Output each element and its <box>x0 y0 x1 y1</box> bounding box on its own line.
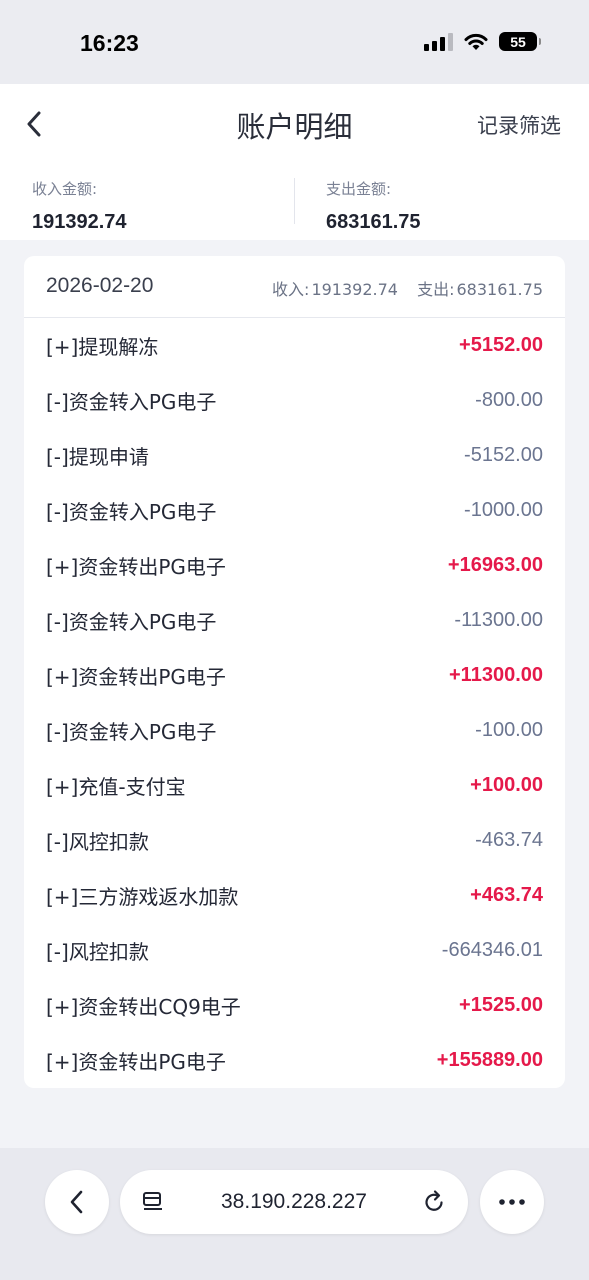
wifi-icon <box>464 33 488 50</box>
transaction-amount: +100.00 <box>470 774 543 796</box>
url-text: 38.190.228.227 <box>221 1190 367 1213</box>
transaction-row[interactable]: [+]资金转出PG电子 +155889.00 <box>24 1033 565 1088</box>
group-expense-value: 683161.75 <box>456 280 543 299</box>
transaction-label: [-]提现申请 <box>46 445 149 469</box>
transaction-amount: +1525.00 <box>459 994 543 1016</box>
transaction-label: [+]资金转出PG电子 <box>46 1050 226 1074</box>
transaction-amount: +155889.00 <box>436 1049 543 1071</box>
group-income-label: 收入: <box>272 280 310 299</box>
transaction-amount: -100.00 <box>475 719 543 741</box>
address-bar[interactable]: 38.190.228.227 <box>120 1170 468 1234</box>
transaction-row[interactable]: [-]资金转入PG电子 -11300.00 <box>24 593 565 648</box>
transaction-label: [-]风控扣款 <box>46 940 149 964</box>
transaction-amount: +5152.00 <box>459 334 543 356</box>
transactions-card: 2026-02-20 收入: 191392.74 支出: 683161.75 [+]… <box>24 256 565 1088</box>
transaction-amount: -5152.00 <box>464 444 543 466</box>
transaction-label: [+]三方游戏返水加款 <box>46 885 239 909</box>
transaction-list: [+]提现解冻 +5152.00 [-]资金转入PG电子 -800.00 [-]提现申请… <box>24 318 565 1088</box>
transaction-amount: -800.00 <box>475 389 543 411</box>
browser-more-button[interactable] <box>480 1170 544 1234</box>
transaction-label: [-]资金转入PG电子 <box>46 390 217 414</box>
transaction-row[interactable]: [+]资金转出PG电子 +16963.00 <box>24 538 565 593</box>
transaction-label: [-]风控扣款 <box>46 830 149 854</box>
chevron-left-icon <box>70 1190 83 1214</box>
income-value: 191392.74 <box>32 211 127 233</box>
browser-toolbar: 38.190.228.227 <box>0 1148 589 1280</box>
reload-icon[interactable] <box>422 1189 446 1215</box>
more-dots-icon <box>499 1199 525 1205</box>
transaction-label: [+]资金转出PG电子 <box>46 555 226 579</box>
transaction-row[interactable]: [+]资金转出CQ9电子 +1525.00 <box>24 978 565 1033</box>
summary-panel: 收入金额: 191392.74 支出金额: 683161.75 <box>0 164 589 240</box>
transaction-row[interactable]: [-]资金转入PG电子 -800.00 <box>24 373 565 428</box>
group-date: 2026-02-20 <box>46 274 154 297</box>
expense-summary: 支出金额: 683161.75 <box>326 178 421 234</box>
transaction-row[interactable]: [-]风控扣款 -664346.01 <box>24 923 565 978</box>
transaction-amount: -664346.01 <box>441 939 543 961</box>
transaction-row[interactable]: [-]资金转入PG电子 -1000.00 <box>24 483 565 538</box>
transaction-label: [+]资金转出CQ9电子 <box>46 995 241 1019</box>
transaction-row[interactable]: [+]资金转出PG电子 +11300.00 <box>24 648 565 703</box>
transaction-amount: +16963.00 <box>447 554 543 576</box>
summary-divider <box>294 178 295 224</box>
date-group-header: 2026-02-20 收入: 191392.74 支出: 683161.75 <box>24 256 565 318</box>
record-filter-button[interactable]: 记录筛选 <box>477 110 561 140</box>
status-time: 16:23 <box>80 30 139 56</box>
transaction-row[interactable]: [-]资金转入PG电子 -100.00 <box>24 703 565 758</box>
transaction-row[interactable]: [+]三方游戏返水加款 +463.74 <box>24 868 565 923</box>
nav-header: 账户明细 记录筛选 <box>0 84 589 164</box>
transaction-amount: +463.74 <box>470 884 543 906</box>
income-label: 收入金额: <box>32 180 98 198</box>
transaction-amount: -1000.00 <box>464 499 543 521</box>
group-stats: 收入: 191392.74 支出: 683161.75 <box>270 276 543 300</box>
transaction-label: [-]资金转入PG电子 <box>46 720 217 744</box>
group-income-value: 191392.74 <box>311 280 398 299</box>
transaction-label: [+]提现解冻 <box>46 335 159 359</box>
group-expense-label: 支出: <box>417 280 455 299</box>
transaction-label: [+]充值-支付宝 <box>46 775 186 799</box>
transaction-label: [+]资金转出PG电子 <box>46 665 226 689</box>
status-bar: 16:23 55 <box>0 0 589 84</box>
expense-label: 支出金额: <box>326 180 392 198</box>
transaction-row[interactable]: [-]风控扣款 -463.74 <box>24 813 565 868</box>
battery-icon: 55 <box>499 32 541 51</box>
battery-level: 55 <box>510 33 526 50</box>
transaction-amount: +11300.00 <box>449 664 543 686</box>
income-summary: 收入金额: 191392.74 <box>32 178 127 234</box>
transaction-amount: -463.74 <box>475 829 543 851</box>
cellular-signal-icon <box>424 32 453 51</box>
transaction-label: [-]资金转入PG电子 <box>46 610 217 634</box>
browser-back-button[interactable] <box>45 1170 109 1234</box>
transaction-row[interactable]: [-]提现申请 -5152.00 <box>24 428 565 483</box>
expense-value: 683161.75 <box>326 211 421 233</box>
transaction-amount: -11300.00 <box>454 609 543 631</box>
transaction-row[interactable]: [+]充值-支付宝 +100.00 <box>24 758 565 813</box>
status-icons: 55 <box>424 32 541 51</box>
transaction-label: [-]资金转入PG电子 <box>46 500 217 524</box>
transaction-row[interactable]: [+]提现解冻 +5152.00 <box>24 318 565 373</box>
